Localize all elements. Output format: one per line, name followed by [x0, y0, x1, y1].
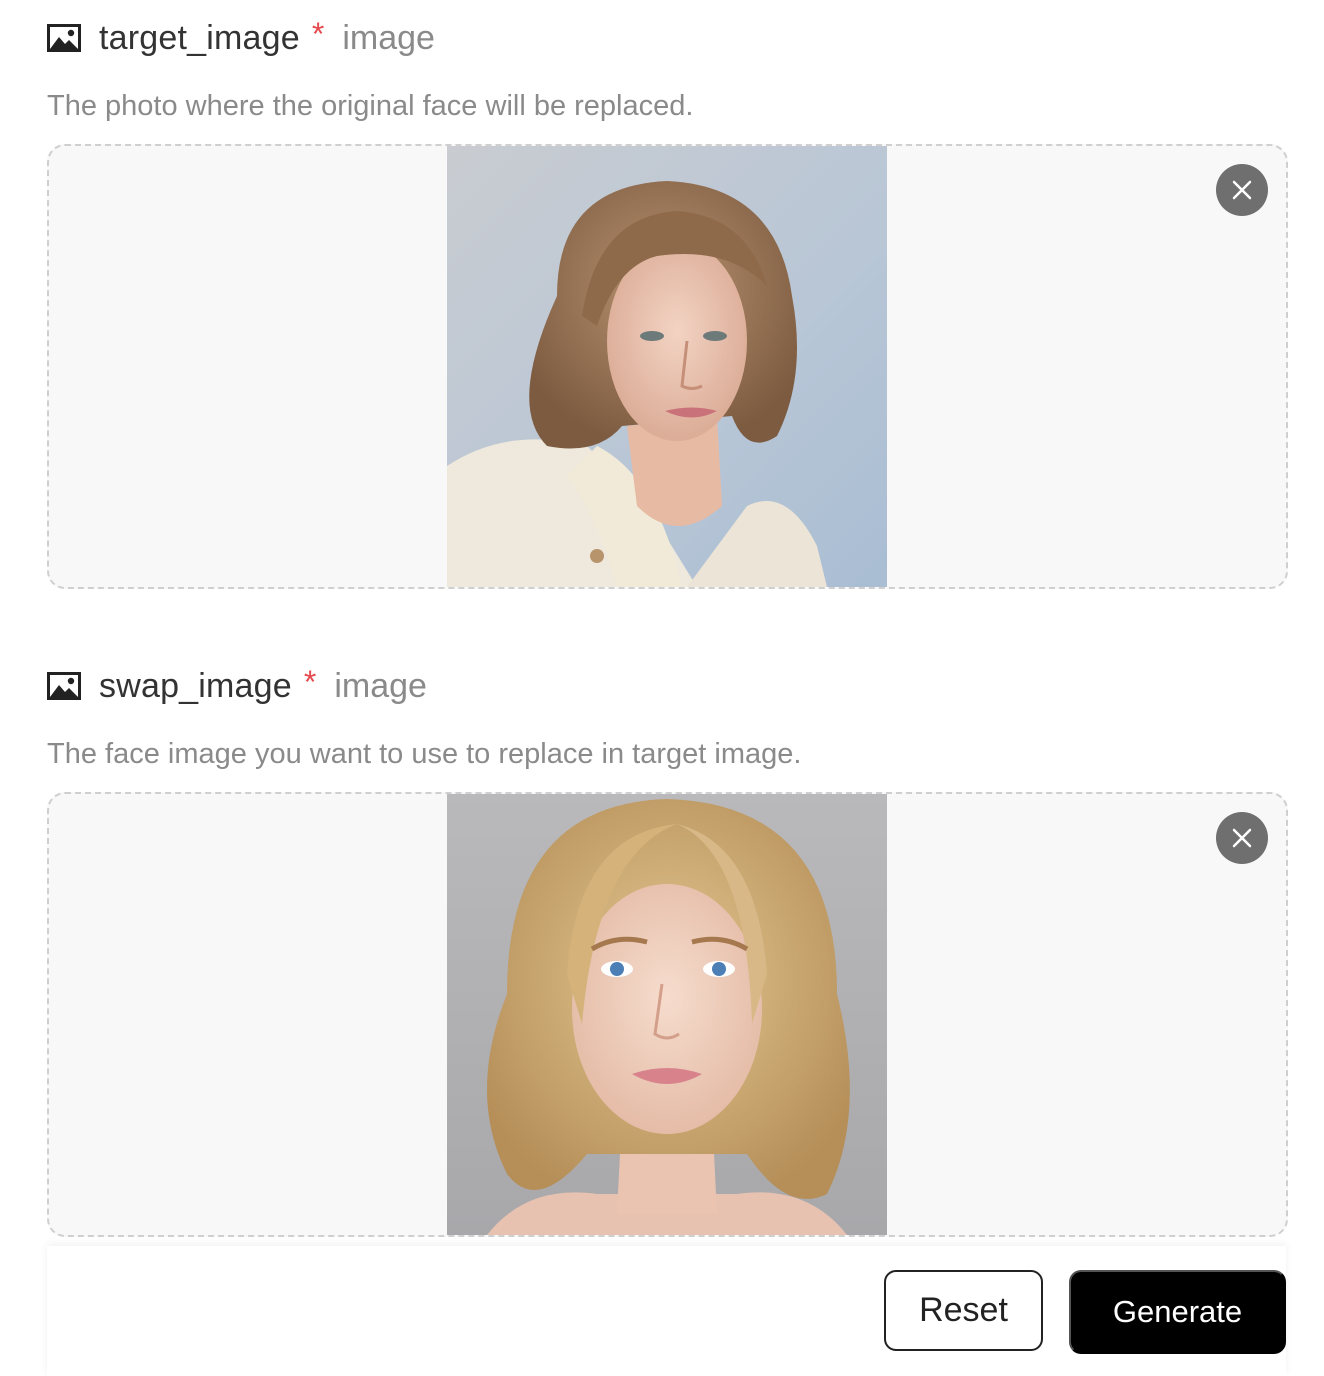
field-name: swap_image — [99, 666, 292, 705]
remove-image-button[interactable] — [1216, 812, 1268, 864]
action-bar: Reset Generate — [47, 1246, 1286, 1376]
required-mark: * — [303, 663, 317, 700]
close-icon — [1232, 828, 1252, 848]
target-image-field: target_image * image The photo where the… — [47, 0, 1288, 589]
image-dropzone[interactable] — [47, 144, 1288, 589]
image-icon — [47, 24, 81, 52]
field-type: image — [342, 18, 435, 57]
reset-button[interactable]: Reset — [884, 1270, 1043, 1351]
required-mark: * — [311, 15, 325, 52]
image-dropzone[interactable] — [47, 792, 1288, 1237]
remove-image-button[interactable] — [1216, 164, 1268, 216]
field-header: swap_image * image — [47, 648, 1286, 724]
form-page: target_image * image The photo where the… — [0, 0, 1324, 1376]
field-name: target_image — [99, 18, 300, 57]
close-icon — [1232, 180, 1252, 200]
swap-image-preview — [447, 794, 887, 1235]
field-description: The photo where the original face will b… — [47, 90, 694, 122]
field-description: The face image you want to use to replac… — [47, 738, 802, 770]
generate-button[interactable]: Generate — [1069, 1270, 1286, 1354]
target-image-preview — [447, 146, 887, 587]
field-type: image — [334, 666, 427, 705]
field-header: target_image * image — [47, 0, 1286, 76]
image-icon — [47, 672, 81, 700]
swap-image-field: swap_image * image The face image you wa… — [47, 648, 1288, 1237]
